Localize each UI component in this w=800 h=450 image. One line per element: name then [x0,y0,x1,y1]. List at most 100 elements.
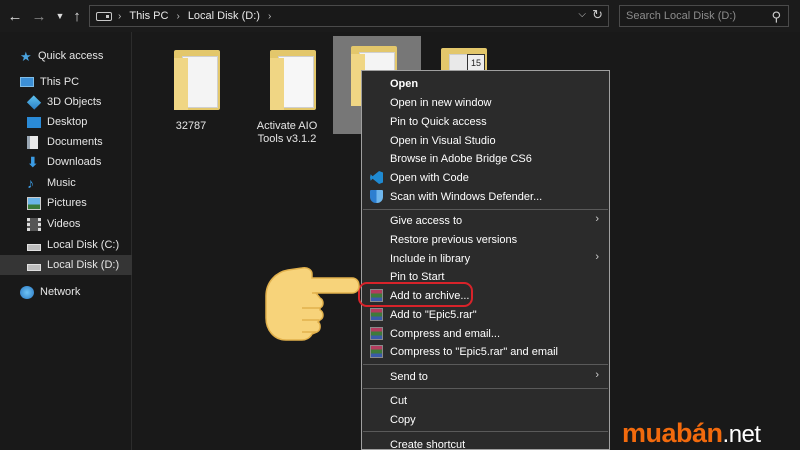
menu-item-pin-quick-access[interactable]: Pin to Quick access [362,112,609,131]
menu-item-label: Add to "Epic5.rar" [390,308,477,321]
sidebar-item-label: Local Disk (C:) [47,239,120,251]
drive-icon [27,243,41,251]
computer-icon [20,77,34,87]
menu-item-label: Browse in Adobe Bridge CS6 [390,152,532,165]
sidebar-item-3d-objects[interactable]: 3D Objects [0,92,132,112]
menu-item-compress-and-email[interactable]: Compress and email... [362,324,609,343]
menu-item-compress-to-epic5-and-email[interactable]: Compress to "Epic5.rar" and email [362,342,609,361]
address-dropdown-icon[interactable]: ⌵ [578,9,586,20]
menu-item-label: Cut [390,394,408,407]
chevron-right-icon: › [595,251,599,263]
breadcrumb-this-pc[interactable]: This PC [129,10,168,22]
menu-item-label: Open in Visual Studio [390,134,496,147]
sidebar-item-label: Network [40,286,81,298]
music-icon: ♪ [27,174,34,191]
sidebar-item-local-disk-c[interactable]: Local Disk (C:) [0,235,132,255]
chevron-right-icon: › [118,10,122,22]
refresh-icon[interactable]: ↻ [592,7,603,23]
menu-separator [363,431,608,432]
sidebar-item-documents[interactable]: Documents [0,132,132,152]
video-icon [27,217,41,231]
menu-item-scan-windows-defender[interactable]: Scan with Windows Defender... [362,187,609,206]
forward-button[interactable]: → [30,6,48,26]
menu-item-label: Open [390,77,419,90]
menu-item-copy[interactable]: Copy [362,410,609,429]
winrar-icon [370,345,383,358]
menu-item-label: Give access to [390,214,463,227]
sidebar-item-label: Pictures [47,197,87,209]
file-label: Activate AIO Tools v3.1.2 [256,120,318,145]
drive-icon [96,11,112,21]
drive-icon [27,263,41,271]
sidebar-item-label: Local Disk (D:) [47,259,120,271]
menu-item-label: Create shortcut [390,438,466,450]
sidebar-item-network[interactable]: Network [0,282,132,302]
folder-item-activate-aio-tools[interactable]: Activate AIO Tools v3.1.2 [242,38,332,150]
menu-item-send-to[interactable]: Send to › [362,367,609,386]
breadcrumb-local-disk-d[interactable]: Local Disk (D:) [188,10,260,22]
menu-item-label: Restore previous versions [390,233,518,246]
download-icon: ⬇ [27,153,39,170]
menu-item-label: Open in new window [390,96,492,109]
address-bar[interactable]: › This PC › Local Disk (D:) › ⌵ ↻ [89,5,609,27]
menu-item-give-access[interactable]: Give access to › [362,211,609,230]
menu-separator [363,209,608,210]
chevron-right-icon: › [176,10,180,22]
vscode-icon [370,171,383,184]
sidebar-item-label: Music [47,177,76,189]
menu-item-open[interactable]: Open [362,74,609,93]
arrow-up-icon: ↑ [73,7,81,25]
search-icon[interactable]: ⚲ [771,9,781,25]
menu-item-open-with-code[interactable]: Open with Code [362,168,609,187]
menu-separator [363,364,608,365]
search-box[interactable]: ⚲ [619,5,789,27]
sidebar-item-this-pc[interactable]: This PC [0,72,132,92]
sidebar-item-label: Quick access [38,50,104,62]
folder-icon [270,50,316,110]
sidebar-item-quick-access[interactable]: ★ Quick access [0,46,132,66]
sidebar-item-pictures[interactable]: Pictures [0,193,132,213]
menu-item-cut[interactable]: Cut [362,391,609,410]
menu-item-browse-adobe-bridge[interactable]: Browse in Adobe Bridge CS6 [362,149,609,168]
arrow-left-icon: ← [7,7,23,25]
menu-item-label: Compress to "Epic5.rar" and email [390,345,558,358]
menu-item-open-visual-studio[interactable]: Open in Visual Studio [362,131,609,150]
desktop-icon [27,116,41,128]
sidebar-item-desktop[interactable]: Desktop [0,112,132,132]
file-label: 32787 [175,120,207,132]
menu-item-open-new-window[interactable]: Open in new window [362,93,609,112]
arrow-right-icon: → [31,7,47,25]
sidebar-item-videos[interactable]: Videos [0,214,132,234]
menu-item-label: Pin to Quick access [390,115,487,128]
up-button[interactable]: ↑ [68,6,86,26]
sidebar-item-label: Videos [47,218,81,230]
menu-item-create-shortcut[interactable]: Create shortcut [362,435,609,450]
sidebar-item-label: This PC [40,76,80,88]
search-input[interactable] [626,10,766,22]
navigation-pane: ★ Quick access This PC 3D Objects Deskto… [0,32,132,450]
sidebar-item-downloads[interactable]: ⬇ Downloads [0,152,132,172]
recent-locations-button[interactable]: ▼ [51,6,69,26]
menu-item-label: Send to [390,370,428,383]
sidebar-item-label: Desktop [47,116,88,128]
chevron-right-icon: › [267,10,272,22]
chevron-right-icon: › [595,369,599,381]
navigation-bar: ← → ▼ ↑ › This PC › Local Disk (D:) › ⌵ … [0,0,800,32]
sidebar-item-local-disk-d[interactable]: Local Disk (D:) [0,255,132,275]
folder-item-32787[interactable]: 32787 [146,38,236,138]
menu-item-label: Scan with Windows Defender... [390,190,543,203]
sidebar-item-label: Downloads [47,156,102,168]
sidebar-item-music[interactable]: ♪ Music [0,173,132,193]
winrar-icon [370,308,383,321]
document-icon [27,135,38,149]
context-menu: Open Open in new window Pin to Quick acc… [361,70,610,450]
highlight-ring [358,282,473,307]
chevron-down-icon: ▼ [55,11,65,21]
menu-item-restore-previous-versions[interactable]: Restore previous versions [362,230,609,249]
back-button[interactable]: ← [6,6,24,26]
menu-item-include-in-library[interactable]: Include in library › [362,249,609,268]
menu-item-label: Open with Code [390,171,469,184]
menu-item-add-to-epic5-rar[interactable]: Add to "Epic5.rar" [362,305,609,324]
pointing-hand-icon [265,267,360,341]
menu-separator [363,388,608,389]
